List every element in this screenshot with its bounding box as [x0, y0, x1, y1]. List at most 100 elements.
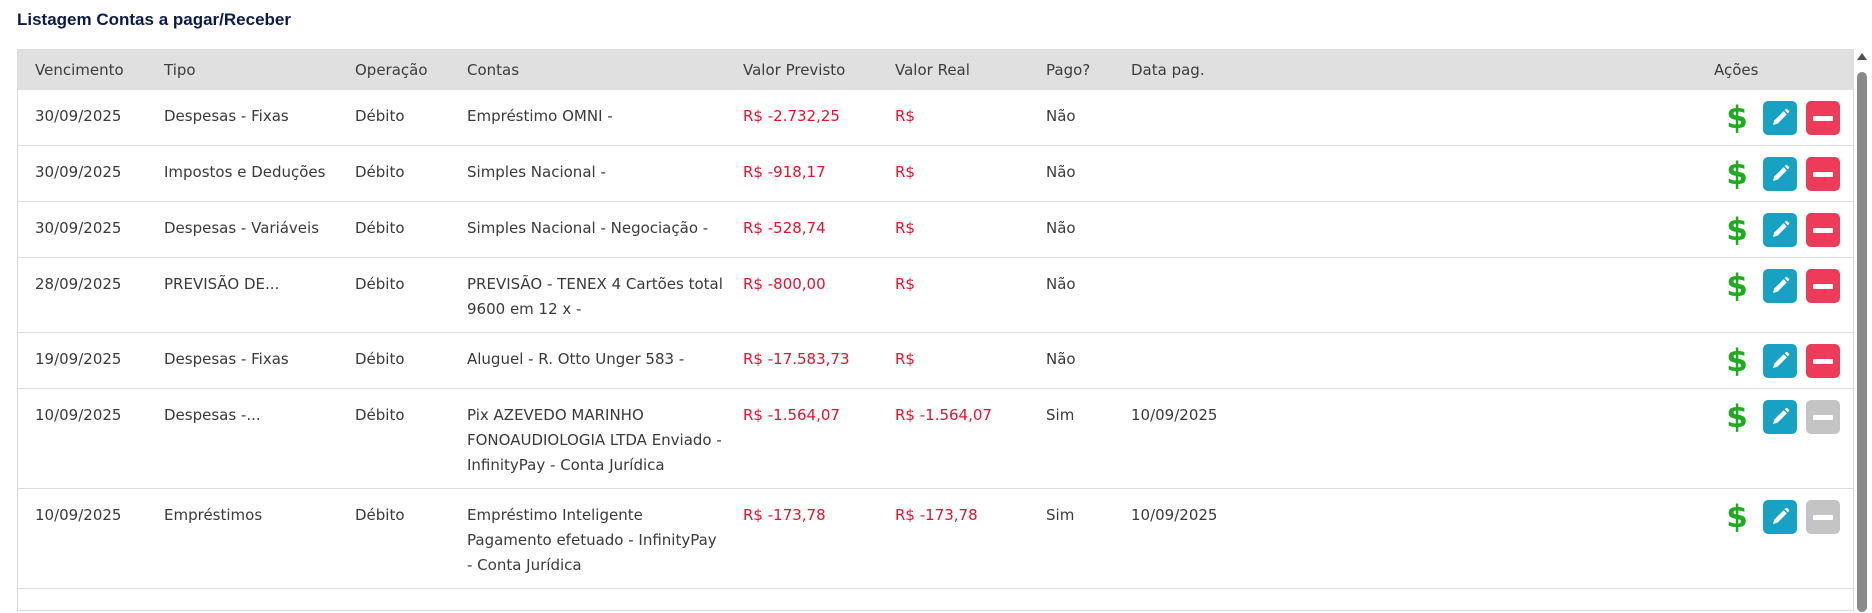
- pay-button[interactable]: $: [1720, 157, 1754, 191]
- cell-data-pag: [1114, 332, 1697, 389]
- row-actions: $: [1714, 269, 1853, 303]
- cell-valor-previsto: R$ -1.564,07: [726, 388, 878, 489]
- accounts-table-container: Vencimento Tipo Operação Contas Valor Pr…: [17, 49, 1854, 611]
- cell-contas: PREVISÃO - TENEX 4 Cartões total 9600 em…: [450, 257, 726, 333]
- cell-contas: Empréstimo Inteligente Pagamento efetuad…: [450, 488, 726, 589]
- cell-valor-real: R$: [878, 90, 1029, 146]
- edit-button[interactable]: [1763, 500, 1797, 534]
- cell-vencimento: 19/09/2025: [18, 332, 147, 389]
- col-header-data-pag[interactable]: Data pag.: [1114, 50, 1697, 90]
- edit-button[interactable]: [1763, 269, 1797, 303]
- scroll-up-arrow-icon[interactable]: [1857, 53, 1867, 60]
- scrollbar-thumb[interactable]: [1857, 72, 1867, 612]
- delete-button[interactable]: [1806, 400, 1840, 434]
- col-header-pago[interactable]: Pago?: [1029, 50, 1114, 90]
- dollar-icon: $: [1726, 398, 1748, 435]
- minus-icon: [1813, 414, 1833, 420]
- cell-contas: Aluguel - R. Otto Unger 583 -: [450, 332, 726, 389]
- delete-button[interactable]: [1806, 344, 1840, 378]
- col-header-vencimento[interactable]: Vencimento: [18, 50, 147, 90]
- cell-valor-real: R$: [878, 332, 1029, 389]
- table-row: 30/09/2025 Impostos e Deduções Débito Simpl…: [18, 145, 1853, 202]
- pay-button[interactable]: $: [1720, 344, 1754, 378]
- edit-button[interactable]: [1763, 101, 1797, 135]
- row-actions: $: [1714, 344, 1853, 378]
- cell-pago: Sim: [1029, 388, 1114, 489]
- pay-button[interactable]: $: [1720, 500, 1754, 534]
- cell-tipo: Despesas - Variáveis: [147, 201, 338, 258]
- cell-acoes: $: [1697, 488, 1853, 589]
- edit-button[interactable]: [1763, 213, 1797, 247]
- cell-vencimento: 10/09/2025: [18, 488, 147, 589]
- cell-tipo: Impostos e Deduções: [147, 145, 338, 202]
- cell-operacao: Débito: [338, 145, 450, 202]
- cell-pago: Sim: [1029, 488, 1114, 589]
- row-actions: $: [1714, 101, 1853, 135]
- pencil-icon: [1770, 351, 1790, 371]
- edit-button[interactable]: [1763, 344, 1797, 378]
- edit-button[interactable]: [1763, 157, 1797, 191]
- row-actions: $: [1714, 213, 1853, 247]
- pencil-icon: [1770, 108, 1790, 128]
- cell-valor-real: R$: [878, 201, 1029, 258]
- col-header-valor-previsto[interactable]: Valor Previsto: [726, 50, 878, 90]
- pay-button[interactable]: $: [1720, 400, 1754, 434]
- row-actions: $: [1714, 400, 1853, 434]
- pencil-icon: [1770, 164, 1790, 184]
- dollar-icon: $: [1726, 342, 1748, 379]
- cell-acoes: $: [1697, 145, 1853, 202]
- pencil-icon: [1770, 276, 1790, 296]
- col-header-operacao[interactable]: Operação: [338, 50, 450, 90]
- minus-icon: [1813, 358, 1833, 364]
- delete-button[interactable]: [1806, 500, 1840, 534]
- col-header-acoes: Ações: [1697, 50, 1853, 90]
- col-header-valor-real[interactable]: Valor Real: [878, 50, 1029, 90]
- cell-pago: Não: [1029, 332, 1114, 389]
- table-row: 19/09/2025 Despesas - Fixas Débito Aluguel …: [18, 332, 1853, 389]
- cell-operacao: Débito: [338, 257, 450, 333]
- page-title: Listagem Contas a pagar/Receber: [17, 10, 291, 29]
- cell-pago: Não: [1029, 145, 1114, 202]
- cell-vencimento: 10/09/2025: [18, 388, 147, 489]
- accounts-table: Vencimento Tipo Operação Contas Valor Pr…: [18, 50, 1853, 589]
- table-row: 30/09/2025 Despesas - Variáveis Débito Simp…: [18, 201, 1853, 258]
- col-header-contas[interactable]: Contas: [450, 50, 726, 90]
- pencil-icon: [1770, 220, 1790, 240]
- cell-vencimento: 30/09/2025: [18, 145, 147, 202]
- table-row: 28/09/2025 PREVISÃO DE... Débito PREVISÃO -…: [18, 257, 1853, 333]
- delete-button[interactable]: [1806, 101, 1840, 135]
- cell-vencimento: 28/09/2025: [18, 257, 147, 333]
- cell-valor-previsto: R$ -918,17: [726, 145, 878, 202]
- cell-valor-real: R$ -1.564,07: [878, 388, 1029, 489]
- minus-icon: [1813, 227, 1833, 233]
- cell-pago: Não: [1029, 201, 1114, 258]
- cell-operacao: Débito: [338, 388, 450, 489]
- cell-data-pag: [1114, 201, 1697, 258]
- cell-data-pag: [1114, 257, 1697, 333]
- delete-button[interactable]: [1806, 157, 1840, 191]
- cell-vencimento: 30/09/2025: [18, 201, 147, 258]
- cell-operacao: Débito: [338, 332, 450, 389]
- delete-button[interactable]: [1806, 213, 1840, 247]
- cell-valor-real: R$ -173,78: [878, 488, 1029, 589]
- edit-button[interactable]: [1763, 400, 1797, 434]
- cell-data-pag: [1114, 90, 1697, 146]
- pay-button[interactable]: $: [1720, 101, 1754, 135]
- cell-tipo: Empréstimos: [147, 488, 338, 589]
- col-header-tipo[interactable]: Tipo: [147, 50, 338, 90]
- cell-valor-previsto: R$ -800,00: [726, 257, 878, 333]
- pay-button[interactable]: $: [1720, 269, 1754, 303]
- dollar-icon: $: [1726, 498, 1748, 535]
- cell-contas: Empréstimo OMNI -: [450, 90, 726, 146]
- pay-button[interactable]: $: [1720, 213, 1754, 247]
- cell-valor-previsto: R$ -2.732,25: [726, 90, 878, 146]
- vertical-scrollbar[interactable]: [1856, 53, 1868, 613]
- dollar-icon: $: [1726, 211, 1748, 248]
- minus-icon: [1813, 283, 1833, 289]
- cell-operacao: Débito: [338, 488, 450, 589]
- cell-acoes: $: [1697, 90, 1853, 146]
- cell-tipo: Despesas -...: [147, 388, 338, 489]
- pencil-icon: [1770, 407, 1790, 427]
- delete-button[interactable]: [1806, 269, 1840, 303]
- cell-valor-real: R$: [878, 257, 1029, 333]
